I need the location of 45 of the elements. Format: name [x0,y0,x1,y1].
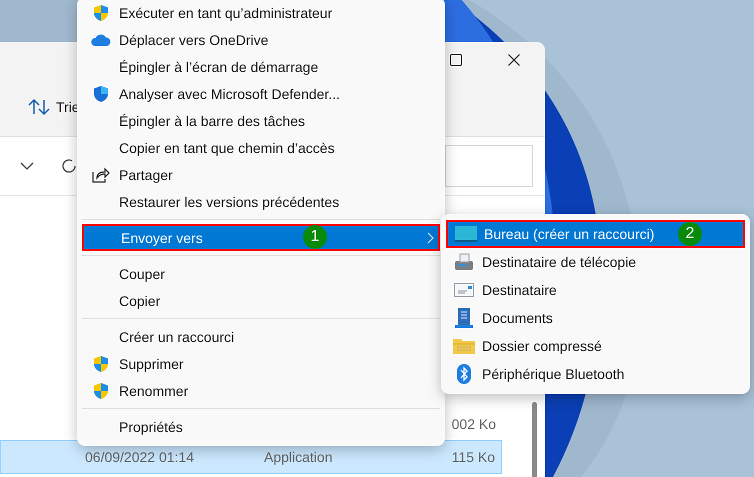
envelope-icon [454,283,474,297]
maximize-icon[interactable] [450,54,462,66]
menu-item[interactable]: Envoyer vers 1 [82,224,440,251]
close-icon[interactable] [508,54,520,66]
menu-item[interactable]: Destinataire de télécopie [446,248,745,276]
file-size: 115 Ko [452,449,495,465]
search-field[interactable] [445,145,533,187]
shield-icon [92,354,110,372]
menu-item[interactable]: Supprimer [82,350,440,377]
shield-icon [92,84,110,102]
folder-icon [453,338,475,354]
share-icon [92,166,110,182]
file-type: Application [264,449,334,465]
menu-item[interactable]: Épingler à la barre des tâches [82,107,440,134]
menu-item[interactable]: Documents [446,304,745,332]
sort-icon [28,98,50,116]
menu-item[interactable]: Bureau (créer un raccourci) 2 [446,220,745,248]
step-number-badge: 1 [303,225,327,249]
menu-item[interactable]: Couper [82,260,440,287]
menu-item[interactable]: Copier [82,287,440,314]
menu-item[interactable]: Analyser avec Microsoft Defender... [82,80,440,107]
bluetooth-icon [457,364,471,384]
menu-item[interactable]: Copier en tant que chemin d’accès [82,134,440,161]
cloud-icon [90,32,110,46]
menu-item[interactable]: Restaurer les versions précédentes [82,188,440,215]
monitor-icon [455,226,477,242]
menu-item[interactable]: Périphérique Bluetooth [446,360,745,388]
step-number-badge: 2 [678,222,702,246]
menu-item[interactable]: Partager [82,161,440,188]
scrollbar[interactable] [532,402,537,477]
shield-icon [92,382,110,400]
document-icon [455,308,473,328]
modified-date: 06/09/2022 01:14 [85,449,195,465]
refresh-icon[interactable] [60,157,78,175]
menu-item[interactable]: Exécuter en tant qu’administrateur [82,0,440,26]
menu-item[interactable]: Renommer [82,377,440,404]
menu-item[interactable]: Créer un raccourci [82,323,440,350]
shield-icon [92,4,110,22]
menu-item[interactable]: Propriétés [82,413,440,440]
menu-item[interactable]: Déplacer vers OneDrive [82,26,440,53]
menu-item[interactable]: Destinataire [446,276,745,304]
menu-item[interactable]: Dossier compressé [446,332,745,360]
fax-machine-icon [454,253,474,271]
menu-item[interactable]: Épingler à l’écran de démarrage [82,53,440,80]
chevron-down-icon[interactable] [20,161,34,171]
